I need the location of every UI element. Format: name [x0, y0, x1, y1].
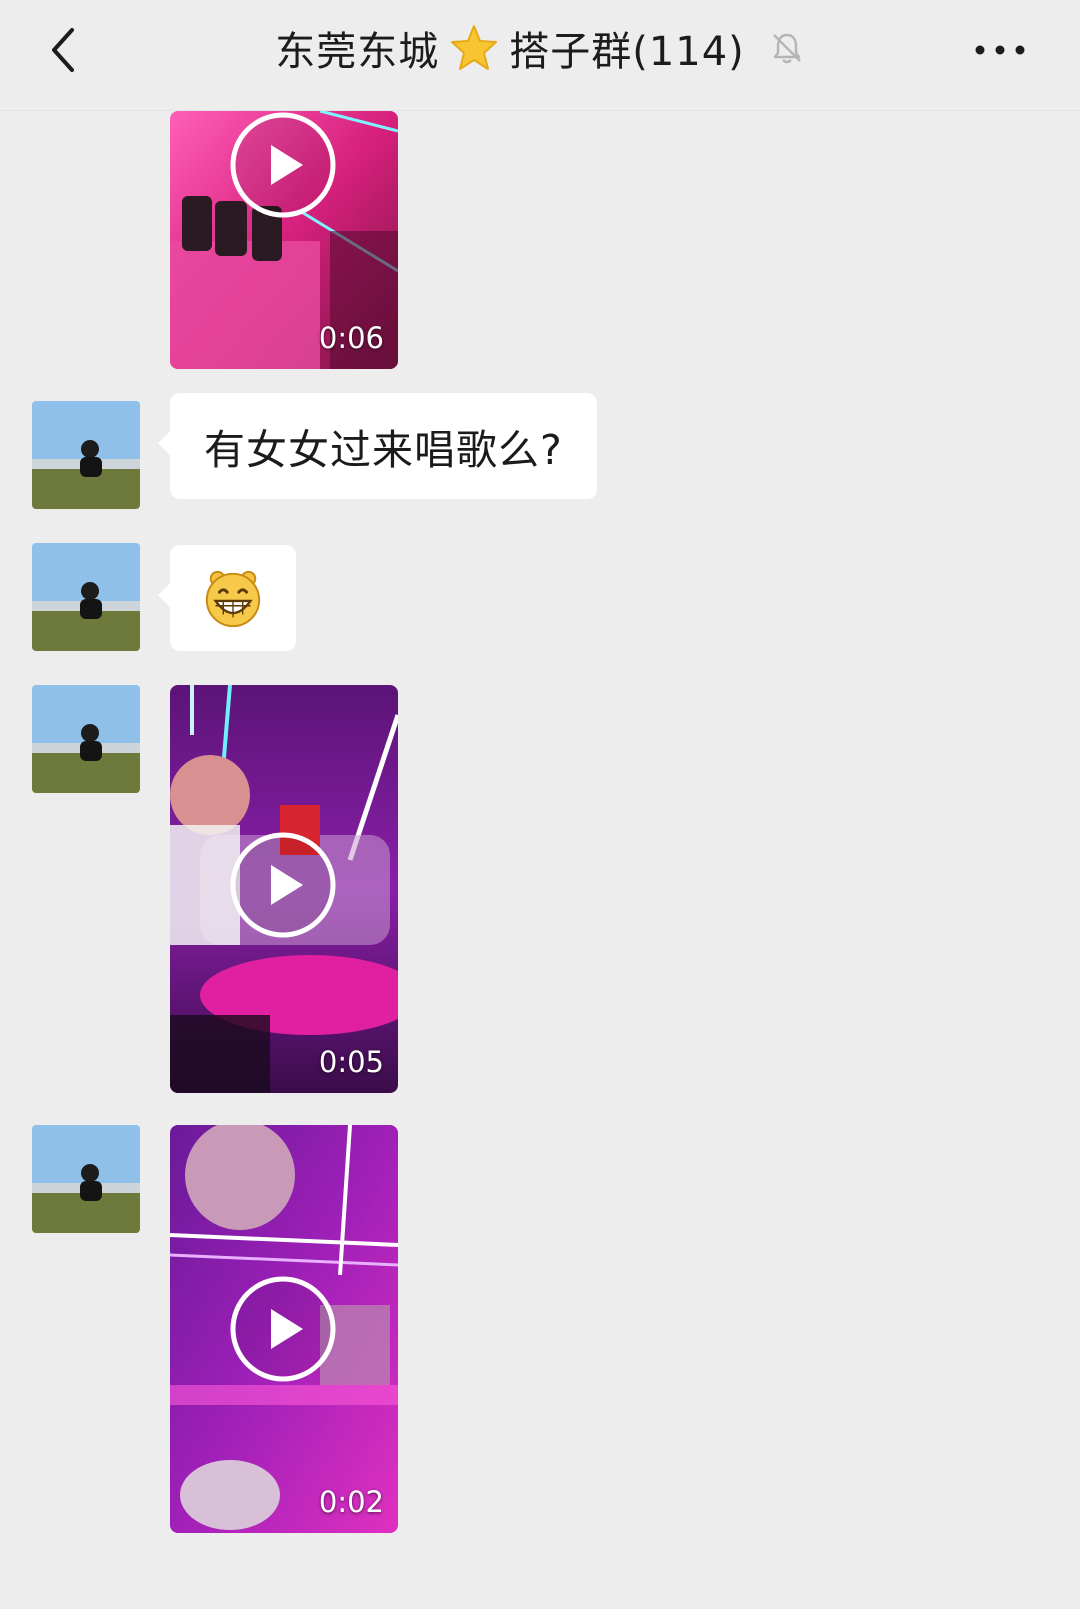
avatar[interactable]: [32, 401, 140, 509]
back-icon: [52, 28, 74, 72]
play-icon: [230, 112, 336, 218]
more-icon: [975, 45, 1025, 55]
back-button[interactable]: [40, 22, 96, 78]
message-list[interactable]: 0:06 有女女过来唱歌么? 0:05 0:02: [0, 111, 1080, 1609]
title-text-part1: 东莞东城: [275, 29, 440, 75]
play-icon: [230, 1276, 336, 1382]
video-message[interactable]: 0:05: [170, 685, 398, 1093]
video-duration: 0:02: [318, 1485, 384, 1519]
avatar[interactable]: [32, 1125, 140, 1233]
play-icon: [230, 832, 336, 938]
video-duration: 0:05: [318, 1045, 384, 1079]
avatar[interactable]: [32, 543, 140, 651]
avatar-image: [32, 685, 140, 793]
avatar-image: [32, 401, 140, 509]
mute-bell-icon: [772, 33, 801, 64]
text-message-bubble[interactable]: 有女女过来唱歌么?: [158, 393, 597, 499]
top-bar: 东莞东城 搭子群(114): [0, 0, 1080, 111]
avatar[interactable]: [32, 685, 140, 793]
title-text-part2: 搭子群(114): [509, 29, 745, 75]
message-text: 有女女过来唱歌么?: [204, 426, 563, 474]
star-icon: [451, 25, 498, 70]
grinning-face-icon: [205, 570, 261, 628]
video-message[interactable]: 0:02: [170, 1125, 398, 1533]
chat-title: 东莞东城 搭子群(114): [150, 18, 930, 78]
more-button[interactable]: [970, 30, 1030, 70]
avatar-image: [32, 543, 140, 651]
video-message[interactable]: 0:06: [170, 111, 398, 369]
video-duration: 0:06: [318, 321, 384, 355]
emoji-message-bubble[interactable]: [158, 545, 296, 651]
avatar-image: [32, 1125, 140, 1233]
